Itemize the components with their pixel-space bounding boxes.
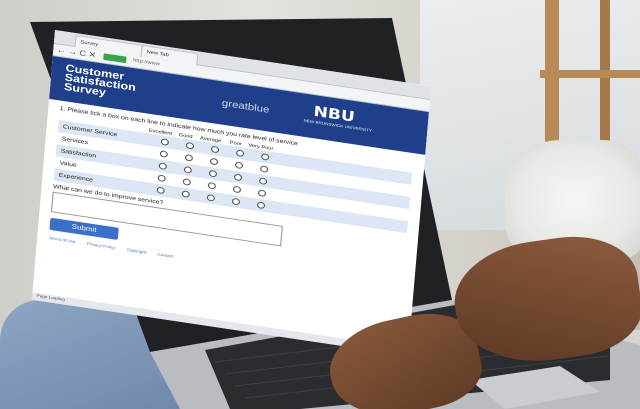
address-url: http://www <box>132 57 161 68</box>
rating-radio[interactable] <box>206 193 215 202</box>
rating-radio[interactable] <box>233 173 242 182</box>
tab-label: Survey <box>80 39 99 48</box>
footer-links: Terms of Use Privacy Policy Copyright Co… <box>48 235 402 292</box>
rating-radio[interactable] <box>155 186 165 195</box>
tab-label: New Tab <box>146 49 169 59</box>
rating-radio[interactable] <box>156 174 166 183</box>
rating-radio[interactable] <box>260 153 269 161</box>
rating-radio[interactable] <box>231 197 240 206</box>
laptop-screen: Survey New Tab ←→C✕ http://www Customer … <box>31 30 432 356</box>
footer-link[interactable]: Contact <box>157 252 173 259</box>
rating-radio[interactable] <box>208 169 217 178</box>
rating-radio[interactable] <box>180 190 190 198</box>
photo-scene: Survey New Tab ←→C✕ http://www Customer … <box>0 0 640 409</box>
footer-link[interactable]: Privacy Policy <box>87 241 116 250</box>
rating-radio[interactable] <box>232 185 241 194</box>
rating-radio[interactable] <box>209 157 218 166</box>
rating-radio[interactable] <box>157 162 167 170</box>
rating-radio[interactable] <box>183 165 192 174</box>
rating-radio[interactable] <box>234 161 243 170</box>
rating-radio[interactable] <box>235 149 244 157</box>
greatblue-logo: greatblue <box>221 98 270 116</box>
rating-radio[interactable] <box>184 153 193 162</box>
rating-radio[interactable] <box>256 201 265 210</box>
rating-radio[interactable] <box>158 150 168 158</box>
secure-badge <box>103 53 127 64</box>
footer-link[interactable]: Terms of Use <box>48 235 75 244</box>
rating-radio[interactable] <box>160 138 169 146</box>
rating-radio[interactable] <box>259 165 268 173</box>
rating-radio[interactable] <box>181 178 191 186</box>
survey-title: Customer Satisfaction Survey <box>63 63 169 107</box>
rating-radio[interactable] <box>258 177 267 185</box>
rating-radio[interactable] <box>207 181 216 190</box>
rating-radio[interactable] <box>210 145 219 154</box>
footer-link[interactable]: Copyright <box>127 247 147 255</box>
rating-radio[interactable] <box>257 189 266 197</box>
rating-radio[interactable] <box>185 141 194 150</box>
